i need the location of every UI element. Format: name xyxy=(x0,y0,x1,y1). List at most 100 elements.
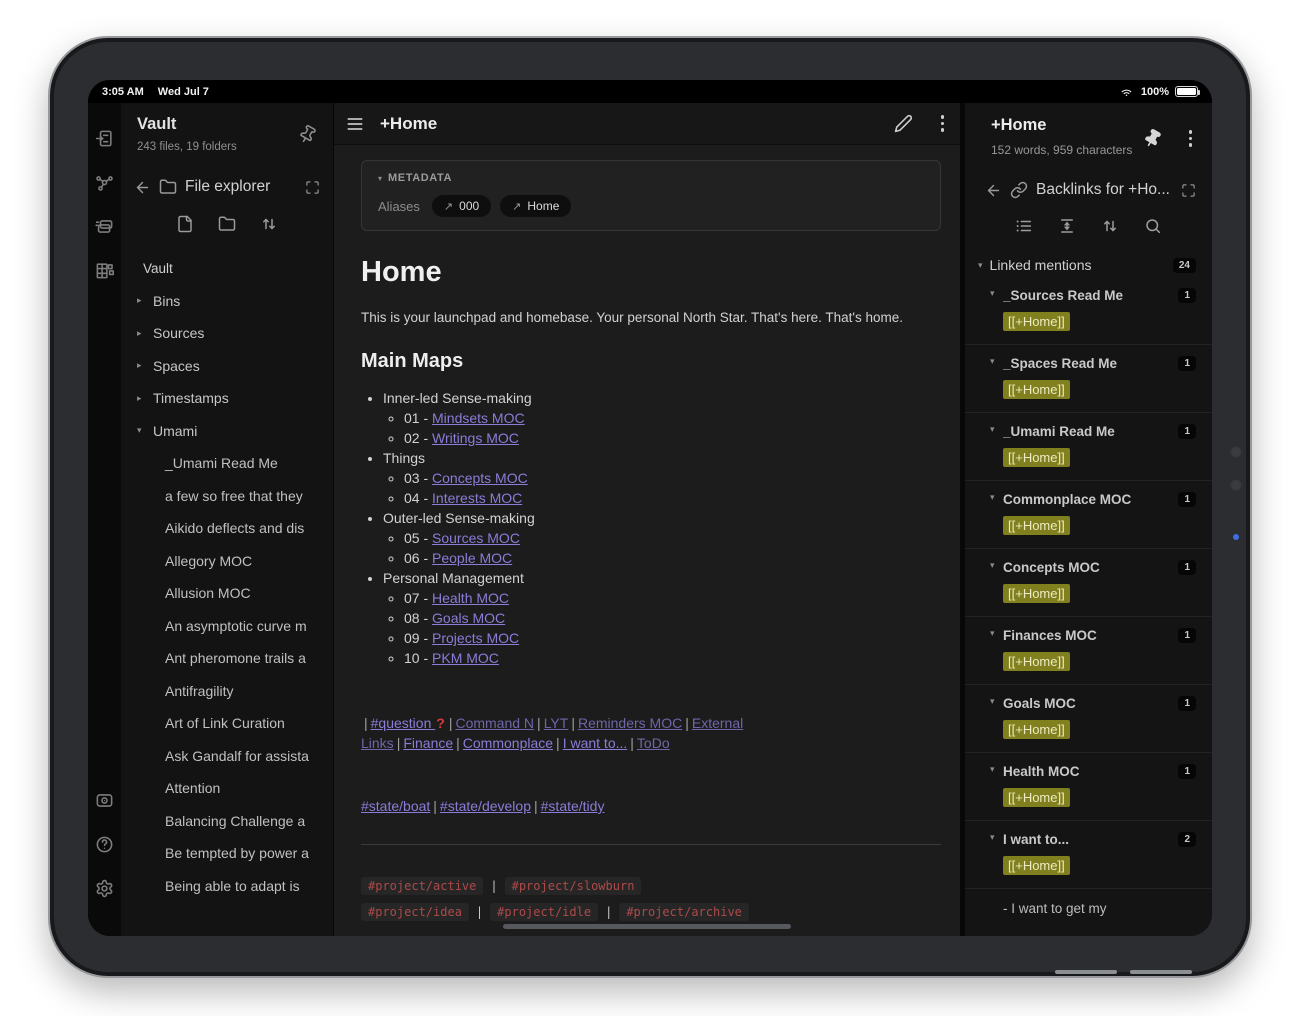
tag-link[interactable]: #state/tidy xyxy=(541,798,605,814)
search-icon[interactable] xyxy=(1144,217,1162,235)
back-arrow-icon[interactable] xyxy=(985,182,1002,199)
chevron-down-icon: ▾ xyxy=(990,696,995,707)
project-tags-block: #project/active | #project/slowburn #pro… xyxy=(361,877,940,921)
mention-item[interactable]: ▾ Goals MOC 1 [[+Home]] xyxy=(965,685,1212,753)
card-stack-icon[interactable] xyxy=(95,217,114,236)
backlinks-pane-header: +Home 152 words, 959 characters xyxy=(965,103,1212,157)
mention-item[interactable]: ▾ Health MOC 1 [[+Home]] xyxy=(965,753,1212,821)
match-highlight[interactable]: [[+Home]] xyxy=(1003,720,1070,739)
note-link[interactable]: ToDo xyxy=(637,735,670,751)
match-highlight[interactable]: [[+Home]] xyxy=(1003,652,1070,671)
tree-file[interactable]: Be tempted by power a xyxy=(121,837,333,870)
note-link[interactable]: People MOC xyxy=(432,550,512,566)
tree-file[interactable]: Art of Link Curation xyxy=(121,707,333,740)
battery-icon xyxy=(1175,86,1198,97)
match-highlight[interactable]: [[+Home]] xyxy=(1003,448,1070,467)
alias-pill[interactable]: ↗ 000 xyxy=(432,195,491,217)
map-item: 10 - PKM MOC xyxy=(404,648,940,668)
mention-item[interactable]: ▾ Concepts MOC 1 [[+Home]] xyxy=(965,549,1212,617)
match-highlight[interactable]: [[+Home]] xyxy=(1003,312,1070,331)
note-link[interactable]: LYT xyxy=(544,715,569,731)
match-highlight[interactable]: [[+Home]] xyxy=(1003,380,1070,399)
horizontal-scrollbar[interactable] xyxy=(503,924,791,929)
screen-capture-icon[interactable] xyxy=(95,791,114,810)
note-link[interactable]: Health MOC xyxy=(432,590,509,606)
more-options-icon[interactable] xyxy=(941,115,945,132)
note-link[interactable]: Concepts MOC xyxy=(432,470,528,486)
tree-file[interactable]: Allusion MOC xyxy=(121,577,333,610)
tree-file[interactable]: Ask Gandalf for assista xyxy=(121,740,333,773)
match-highlight[interactable]: [[+Home]] xyxy=(1003,584,1070,603)
tree-file[interactable]: Attention xyxy=(121,772,333,805)
alias-pill[interactable]: ↗ Home xyxy=(500,195,571,217)
code-tag: #project/slowburn xyxy=(505,877,642,895)
mention-item[interactable]: ▾ I want to... 2 [[+Home]] xyxy=(965,821,1212,889)
help-icon[interactable] xyxy=(95,835,114,854)
code-tag: #project/idea xyxy=(361,903,469,921)
mention-item[interactable]: ▾ _Sources Read Me 1 [[+Home]] xyxy=(965,277,1212,345)
collapse-results-icon[interactable] xyxy=(1058,217,1076,235)
tree-folder-umami[interactable]: ▾ Umami xyxy=(121,415,333,448)
note-link[interactable]: Goals MOC xyxy=(432,610,505,626)
tree-root[interactable]: Vault xyxy=(121,252,333,285)
note-link[interactable]: Command N xyxy=(455,715,534,731)
chevron-down-icon[interactable]: ▾ xyxy=(378,174,382,183)
edit-pencil-icon[interactable] xyxy=(894,114,913,133)
note-link[interactable]: Finance xyxy=(403,735,453,751)
open-note-icon[interactable] xyxy=(95,129,114,148)
hamburger-menu-icon[interactable] xyxy=(345,114,365,134)
match-count-badge: 1 xyxy=(1178,424,1196,439)
tree-folder-timestamps[interactable]: ▸ Timestamps xyxy=(121,382,333,415)
tree-folder-bins[interactable]: ▸ Bins xyxy=(121,285,333,318)
random-note-grid-icon[interactable] xyxy=(95,261,114,280)
tree-folder-sources[interactable]: ▸ Sources xyxy=(121,317,333,350)
expand-icon[interactable] xyxy=(1181,183,1196,198)
tag-link[interactable]: #state/boat xyxy=(361,798,430,814)
mention-match-text[interactable]: - I want to get my xyxy=(965,889,1212,916)
pipe-divider: | xyxy=(430,798,440,814)
tree-file[interactable]: An asymptotic curve m xyxy=(121,610,333,643)
back-arrow-icon[interactable] xyxy=(134,179,151,196)
match-highlight[interactable]: [[+Home]] xyxy=(1003,516,1070,535)
tree-file[interactable]: Aikido deflects and dis xyxy=(121,512,333,545)
sort-order-icon[interactable] xyxy=(1101,217,1119,235)
note-link[interactable]: Commonplace xyxy=(463,735,553,751)
note-link[interactable]: Projects MOC xyxy=(432,630,519,646)
more-options-icon[interactable] xyxy=(1189,130,1193,147)
tag-link[interactable]: #state/develop xyxy=(440,798,531,814)
graph-view-icon[interactable] xyxy=(95,173,114,192)
list-view-icon[interactable] xyxy=(1015,217,1033,235)
expand-icon[interactable] xyxy=(305,180,320,195)
tree-file[interactable]: Balancing Challenge a xyxy=(121,805,333,838)
note-link[interactable]: Sources MOC xyxy=(432,530,520,546)
tree-file[interactable]: Ant pheromone trails a xyxy=(121,642,333,675)
new-folder-icon[interactable] xyxy=(218,215,236,233)
match-highlight[interactable]: [[+Home]] xyxy=(1003,856,1070,875)
tree-file[interactable]: Being able to adapt is xyxy=(121,870,333,903)
note-link[interactable]: Writings MOC xyxy=(432,430,519,446)
settings-gear-icon[interactable] xyxy=(95,879,114,898)
note-link[interactable]: Interests MOC xyxy=(432,490,522,506)
mention-item[interactable]: ▾ _Umami Read Me 1 [[+Home]] xyxy=(965,413,1212,481)
sort-icon[interactable] xyxy=(260,215,278,233)
tree-file[interactable]: Antifragility xyxy=(121,675,333,708)
note-link[interactable]: PKM MOC xyxy=(432,650,499,666)
new-note-icon[interactable] xyxy=(176,215,194,233)
tag-question-link[interactable]: #question ? xyxy=(371,715,446,731)
tree-file[interactable]: Allegory MOC xyxy=(121,545,333,578)
tree-file[interactable]: _Umami Read Me xyxy=(121,447,333,480)
tree-folder-spaces[interactable]: ▸ Spaces xyxy=(121,350,333,383)
tree-file[interactable]: a few so free that they xyxy=(121,480,333,513)
map-item: 04 - Interests MOC xyxy=(404,488,940,508)
linked-mentions-header[interactable]: ▾ Linked mentions 24 xyxy=(965,257,1212,273)
mention-item[interactable]: ▾ Finances MOC 1 [[+Home]] xyxy=(965,617,1212,685)
match-highlight[interactable]: [[+Home]] xyxy=(1003,788,1070,807)
match-count-badge: 1 xyxy=(1178,288,1196,303)
mention-item[interactable]: ▾ _Spaces Read Me 1 [[+Home]] xyxy=(965,345,1212,413)
mention-item[interactable]: ▾ Commonplace MOC 1 [[+Home]] xyxy=(965,481,1212,549)
word-count: 152 words, 959 characters xyxy=(991,143,1198,157)
note-link[interactable]: I want to... xyxy=(563,735,628,751)
metadata-card: ▾ METADATA Aliases ↗ 000 ↗ xyxy=(361,160,941,231)
note-link[interactable]: Reminders MOC xyxy=(578,715,682,731)
note-link[interactable]: Mindsets MOC xyxy=(432,410,525,426)
